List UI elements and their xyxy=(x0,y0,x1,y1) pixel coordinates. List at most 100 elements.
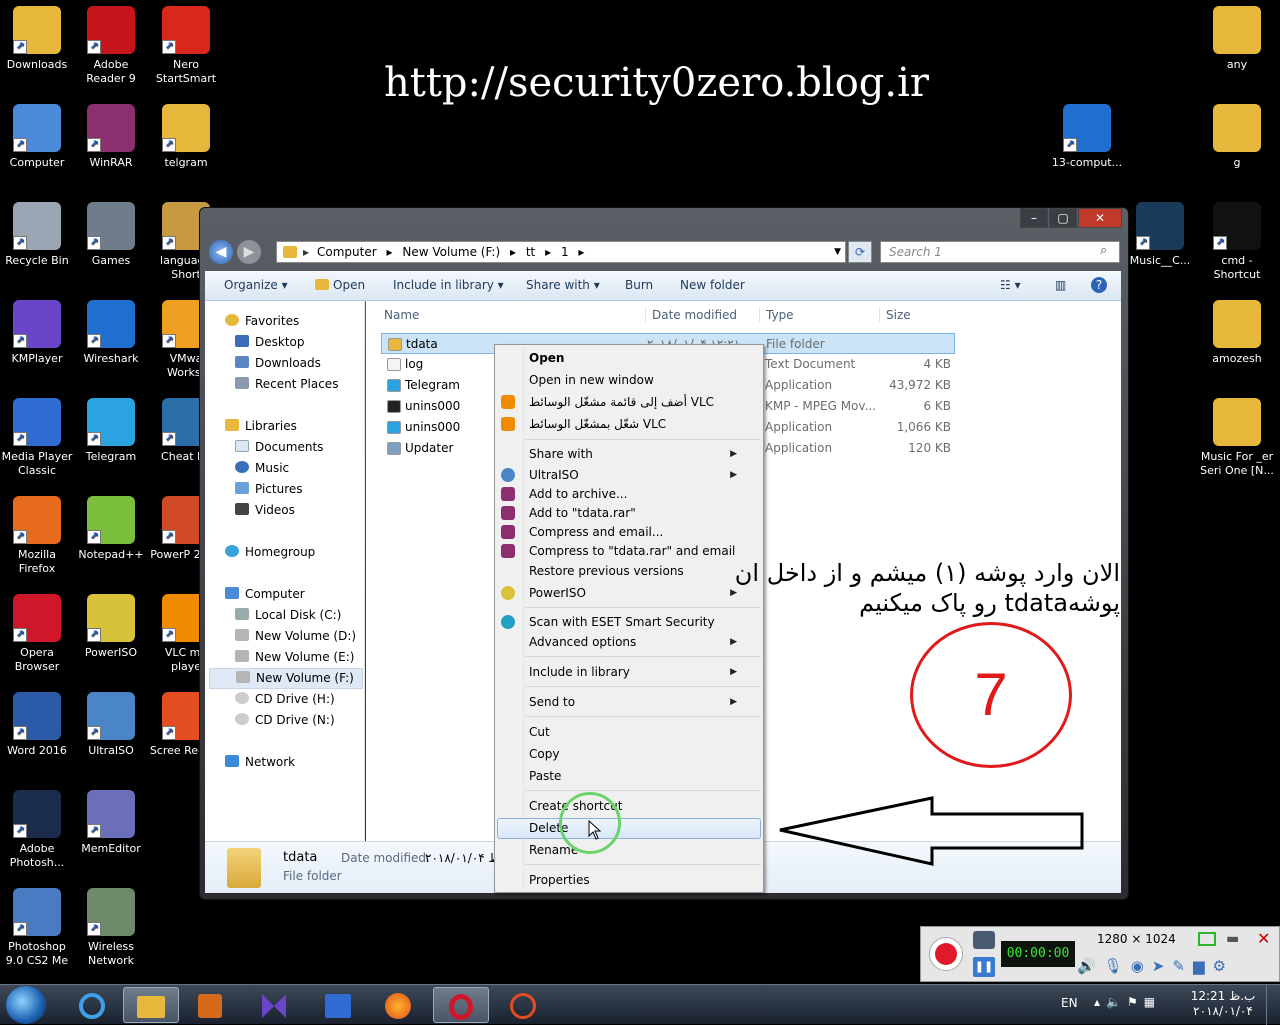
volume-icon[interactable]: 🔈 xyxy=(1106,995,1127,1009)
column-date-modified[interactable]: Date modified xyxy=(645,308,737,322)
settings-gear-icon[interactable]: ⚙ xyxy=(1213,957,1234,975)
search-input[interactable]: Search 1 xyxy=(880,241,1120,263)
menu-open-new-window[interactable]: Open in new window xyxy=(529,370,654,390)
opera-icon[interactable] xyxy=(433,987,489,1023)
nav-network[interactable]: Network xyxy=(225,755,295,769)
internet-explorer-icon[interactable] xyxy=(64,987,120,1023)
desktop-icon-30[interactable]: g xyxy=(1200,98,1274,170)
share-with-button[interactable]: Share with ▾ xyxy=(526,278,600,292)
folder-icon[interactable]: ▆ xyxy=(1193,957,1213,975)
input-language[interactable]: EN xyxy=(1061,996,1078,1010)
desktop-icon-26[interactable]: ↗ Photoshop 9.0 CS2 Me xyxy=(0,882,74,968)
minimize-icon[interactable]: ▬ xyxy=(1226,931,1239,947)
close-icon[interactable]: ✕ xyxy=(1257,929,1270,948)
desktop-icon-0[interactable]: ↗ Downloads xyxy=(0,0,74,72)
desktop-icon-13[interactable]: ↗ Telegram xyxy=(74,392,148,464)
nav-homegroup[interactable]: Homegroup xyxy=(225,545,315,559)
breadcrumb-tt[interactable]: tt xyxy=(526,245,535,259)
screen-recorder-taskbar-icon[interactable] xyxy=(495,987,551,1023)
maximize-button[interactable]: ▢ xyxy=(1049,208,1077,228)
nav-music[interactable]: Music xyxy=(235,461,289,475)
desktop-icon-34[interactable]: Music For _er Seri One [N... xyxy=(1200,392,1274,478)
menu-eset-scan[interactable]: Scan with ESET Smart Security xyxy=(529,612,715,632)
new-folder-button[interactable]: New folder xyxy=(680,278,745,292)
region-icon[interactable] xyxy=(1198,932,1216,946)
desktop-icon-29[interactable]: ↗ 13-comput... xyxy=(1050,98,1124,170)
menu-advanced-options[interactable]: Advanced options ▶ xyxy=(529,632,749,652)
organize-button[interactable]: Organize ▾ xyxy=(224,278,288,292)
nav-local-disk-c[interactable]: Local Disk (C:) xyxy=(235,608,341,622)
menu-add-to-rar[interactable]: Add to "tdata.rar" xyxy=(529,503,636,523)
menu-vlc-play[interactable]: شغّل بمشغّل الوسائط VLC xyxy=(529,414,666,434)
help-icon[interactable]: ? xyxy=(1091,277,1107,293)
desktop-icon-21[interactable]: ↗ Word 2016 xyxy=(0,686,74,758)
menu-copy[interactable]: Copy xyxy=(529,744,559,764)
column-type[interactable]: Type xyxy=(759,308,794,322)
start-button[interactable] xyxy=(6,986,46,1024)
nav-volume-e[interactable]: New Volume (E:) xyxy=(235,650,354,664)
desktop-icon-10[interactable]: ↗ Wireshark xyxy=(74,294,148,366)
burn-button[interactable]: Burn xyxy=(625,278,653,292)
camera-icon[interactable] xyxy=(973,931,995,949)
address-bar[interactable]: ▸ Computer ▸ New Volume (F:) ▸ tt ▸ 1 ▸ … xyxy=(276,241,846,263)
pen-icon[interactable]: ✎ xyxy=(1172,957,1193,975)
cursor-icon[interactable]: ➤ xyxy=(1152,957,1173,975)
action-center-flag-icon[interactable]: ⚑ xyxy=(1127,995,1144,1009)
nav-volume-d[interactable]: New Volume (D:) xyxy=(235,629,356,643)
menu-cut[interactable]: Cut xyxy=(529,722,550,742)
desktop-icon-5[interactable]: ↗ telgram xyxy=(149,98,223,170)
nav-favorites[interactable]: Favorites xyxy=(225,314,299,328)
record-button[interactable] xyxy=(929,937,963,971)
nav-volume-f[interactable]: New Volume (F:) xyxy=(209,668,363,689)
include-in-library-button[interactable]: Include in library ▾ xyxy=(393,278,504,292)
desktop-icon-16[interactable]: ↗ Notepad++ xyxy=(74,490,148,562)
explorer-taskbar-button[interactable] xyxy=(123,987,179,1023)
column-name[interactable]: Name xyxy=(384,308,419,322)
breadcrumb-1[interactable]: 1 xyxy=(561,245,569,259)
network-icon[interactable]: ▦ xyxy=(1144,995,1161,1009)
desktop-icon-6[interactable]: ↗ Recycle Bin xyxy=(0,196,74,268)
media-player-icon[interactable] xyxy=(182,987,238,1023)
menu-ultraiso[interactable]: UltraISO ▶ xyxy=(529,465,749,485)
desktop-icon-25[interactable]: ↗ MemEditor xyxy=(74,784,148,856)
breadcrumb-volume-f[interactable]: New Volume (F:) xyxy=(402,245,500,259)
menu-open[interactable]: Open xyxy=(529,348,564,368)
nav-cd-drive-h[interactable]: CD Drive (H:) xyxy=(235,692,335,706)
pause-button[interactable]: ❚❚ xyxy=(973,957,995,977)
menu-restore-previous-versions[interactable]: Restore previous versions xyxy=(529,561,684,581)
desktop-icon-31[interactable]: ↗ Music__C... xyxy=(1123,196,1197,268)
menu-compress-email[interactable]: Compress and email... xyxy=(529,522,663,542)
menu-send-to[interactable]: Send to ▶ xyxy=(529,692,749,712)
desktop-icon-1[interactable]: ↗ Adobe Reader 9 xyxy=(74,0,148,86)
nav-libraries[interactable]: Libraries xyxy=(225,419,297,433)
preview-pane-icon[interactable]: ▥ xyxy=(1055,278,1066,292)
nav-computer[interactable]: Computer xyxy=(225,587,305,601)
menu-add-to-archive[interactable]: Add to archive... xyxy=(529,484,627,504)
forward-button[interactable]: ▶ xyxy=(237,240,261,264)
minimize-button[interactable]: – xyxy=(1020,208,1048,228)
nav-downloads[interactable]: Downloads xyxy=(235,356,321,370)
microphone-icon[interactable]: 🎙 xyxy=(1104,957,1131,975)
clock[interactable]: 12:21 ب.ظ ۲۰۱۸/۰۱/۰۴ xyxy=(1190,989,1256,1019)
desktop-icon-24[interactable]: ↗ Adobe Photosh... xyxy=(0,784,74,870)
desktop-icon-18[interactable]: ↗ Opera Browser xyxy=(0,588,74,674)
menu-properties[interactable]: Properties xyxy=(529,870,590,890)
desktop-icon-4[interactable]: ↗ WinRAR xyxy=(74,98,148,170)
column-size[interactable]: Size xyxy=(879,308,911,322)
nav-recent-places[interactable]: Recent Places xyxy=(235,377,338,391)
back-button[interactable]: ◀ xyxy=(209,240,233,264)
desktop-icon-19[interactable]: ↗ PowerISO xyxy=(74,588,148,660)
nav-cd-drive-n[interactable]: CD Drive (N:) xyxy=(235,713,335,727)
view-options-icon[interactable]: ☷ ▾ xyxy=(1000,278,1021,292)
desktop-icon-32[interactable]: ↗ cmd - Shortcut xyxy=(1200,196,1274,282)
desktop-icon-27[interactable]: ↗ Wireless Network xyxy=(74,882,148,968)
nav-documents[interactable]: Documents xyxy=(235,440,323,454)
desktop-icon-2[interactable]: ↗ Nero StartSmart xyxy=(149,0,223,86)
menu-share-with[interactable]: Share with ▶ xyxy=(529,444,749,464)
desktop-icon-9[interactable]: ↗ KMPlayer xyxy=(0,294,74,366)
nav-videos[interactable]: Videos xyxy=(235,503,295,517)
speaker-icon[interactable]: 🔊 xyxy=(1077,957,1104,975)
breadcrumb-computer[interactable]: Computer xyxy=(317,245,377,259)
address-dropdown-icon[interactable]: ▼ xyxy=(834,242,841,262)
desktop-icon-15[interactable]: ↗ Mozilla Firefox xyxy=(0,490,74,576)
